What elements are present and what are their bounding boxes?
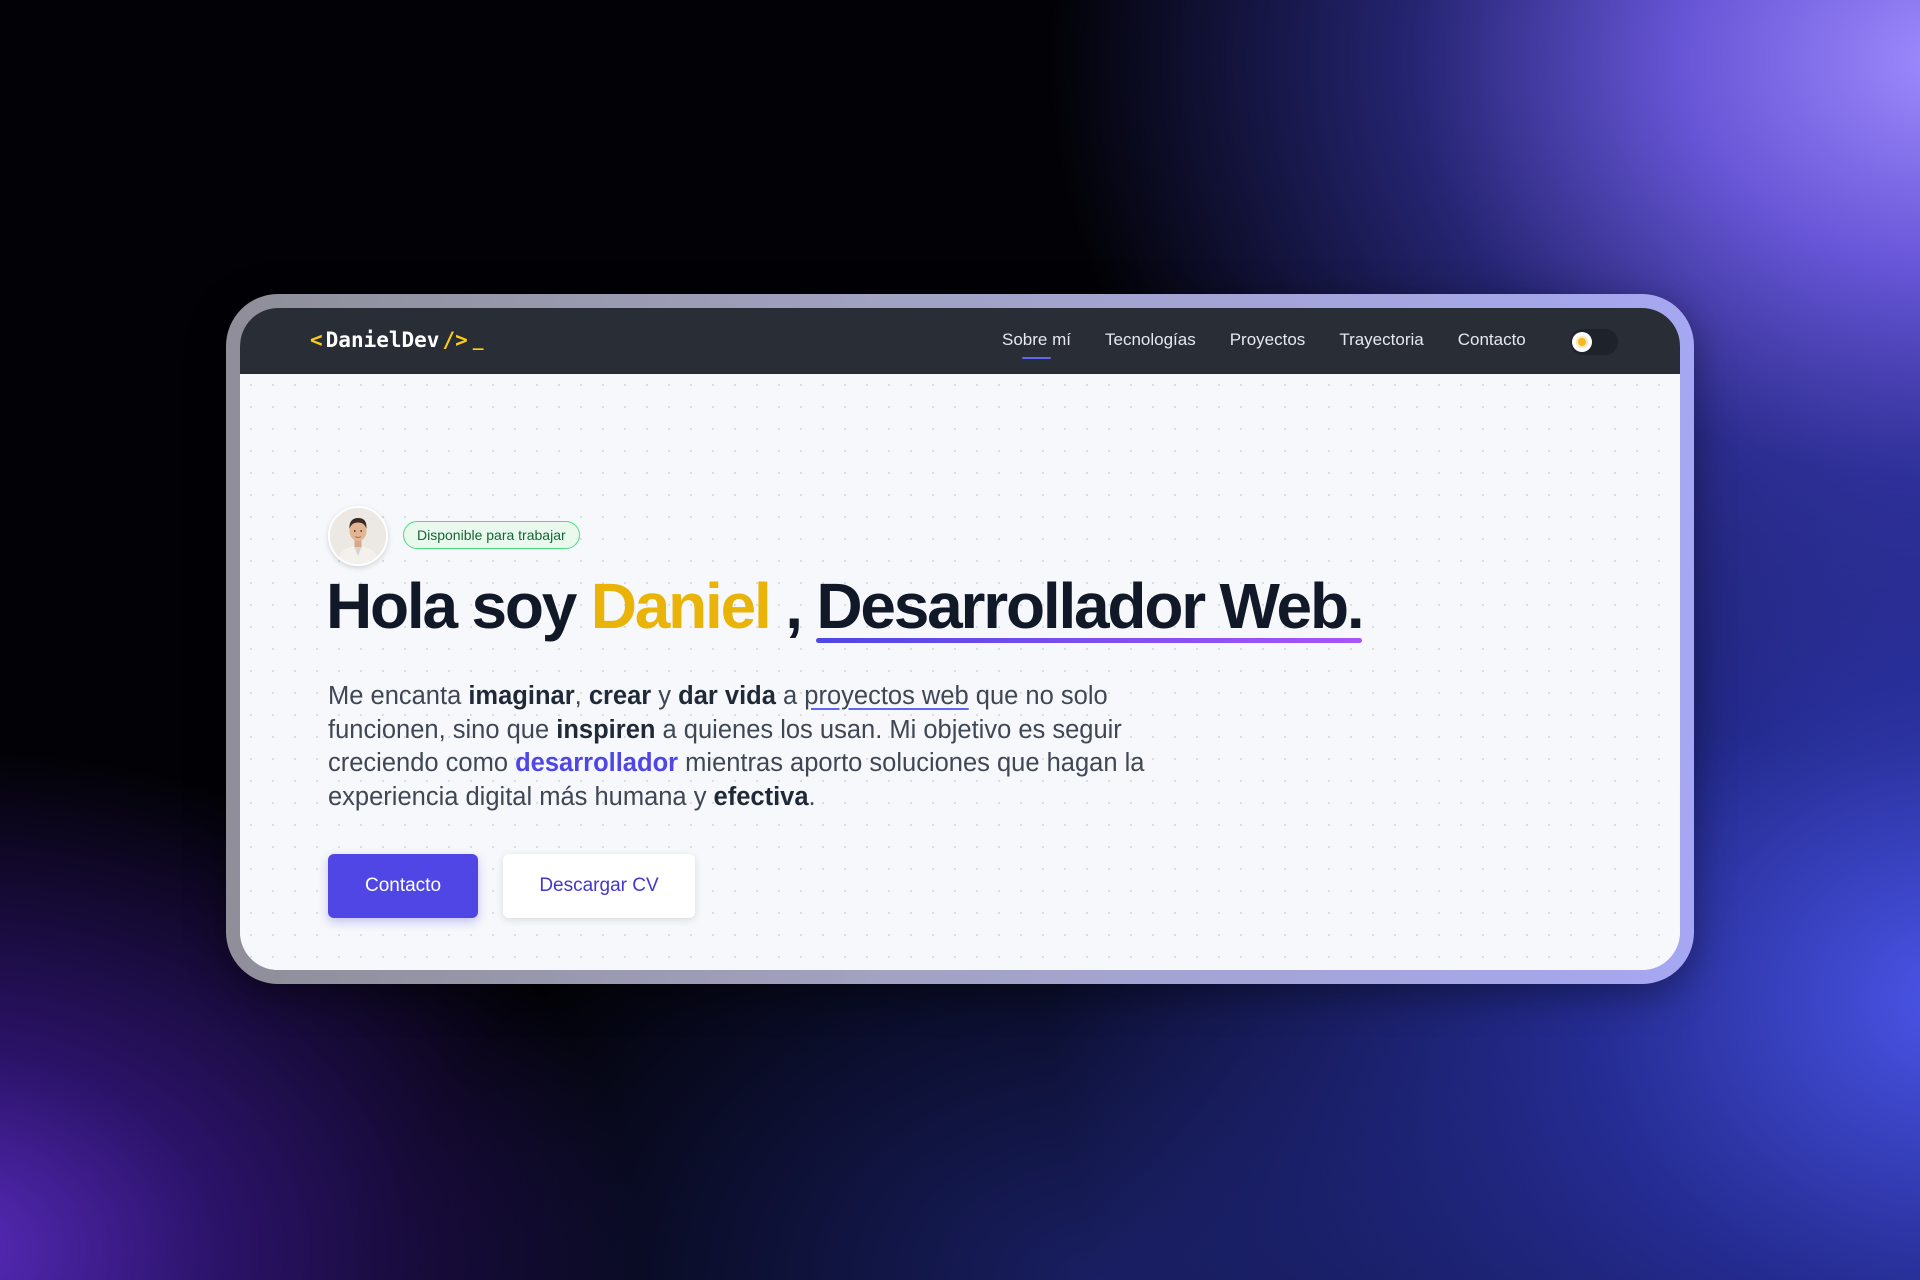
download-cv-button[interactable]: Descargar CV: [503, 854, 695, 918]
nav-item-contacto[interactable]: Contacto: [1458, 330, 1526, 350]
bio-text: y: [651, 682, 679, 710]
toggle-knob: [1572, 332, 1592, 352]
headline-name: Daniel: [590, 570, 772, 642]
bio-text: ,: [574, 682, 589, 710]
headline-role: Desarrollador Web.: [816, 570, 1365, 643]
logo-cursor: _: [472, 329, 484, 351]
theme-toggle[interactable]: [1570, 329, 1618, 355]
bio-emphasis: efectiva: [713, 782, 809, 811]
nav-item-trayectoria[interactable]: Trayectoria: [1339, 330, 1423, 350]
contact-button[interactable]: Contacto: [328, 854, 478, 918]
logo-text: DanielDev: [325, 328, 440, 352]
bio-emphasis: dar vida: [678, 682, 776, 710]
nav-menu: Sobre mí Tecnologías Proyectos Trayector…: [1002, 330, 1526, 359]
bio-accent: desarrollador: [515, 749, 679, 777]
headline-greeting: Hola soy: [326, 570, 591, 642]
sun-icon: [1578, 338, 1586, 346]
brand-logo[interactable]: < DanielDev /> _: [310, 328, 484, 352]
bio-text: Me encanta: [328, 682, 469, 710]
avatar: [328, 506, 388, 566]
bio-paragraph: Me encanta imaginar, crear y dar vida a …: [328, 680, 1148, 814]
bio-emphasis: inspiren: [556, 715, 656, 744]
projects-link[interactable]: proyectos web: [804, 682, 968, 710]
logo-close-bracket: />: [442, 328, 468, 352]
browser-window: < DanielDev /> _ Sobre mí Tecnologías Pr…: [240, 308, 1680, 970]
bio-emphasis: imaginar: [468, 682, 575, 710]
bio-text: a: [775, 682, 805, 710]
navbar: < DanielDev /> _ Sobre mí Tecnologías Pr…: [240, 308, 1680, 374]
logo-open-bracket: <: [310, 328, 323, 352]
nav-item-proyectos[interactable]: Proyectos: [1230, 330, 1306, 350]
bio-emphasis: crear: [588, 682, 652, 710]
status-badge: Disponible para trabajar: [403, 521, 580, 549]
page-title: Hola soy Daniel , Desarrollador Web.: [326, 570, 1365, 644]
hero-section: Disponible para trabajar Hola soy Daniel…: [240, 374, 1680, 970]
bio-text: .: [808, 782, 816, 811]
nav-item-tecnologias[interactable]: Tecnologías: [1105, 330, 1196, 350]
person-avatar-icon: [330, 508, 386, 564]
headline-separator: ,: [769, 570, 817, 642]
nav-item-sobre-mi[interactable]: Sobre mí: [1002, 330, 1071, 359]
